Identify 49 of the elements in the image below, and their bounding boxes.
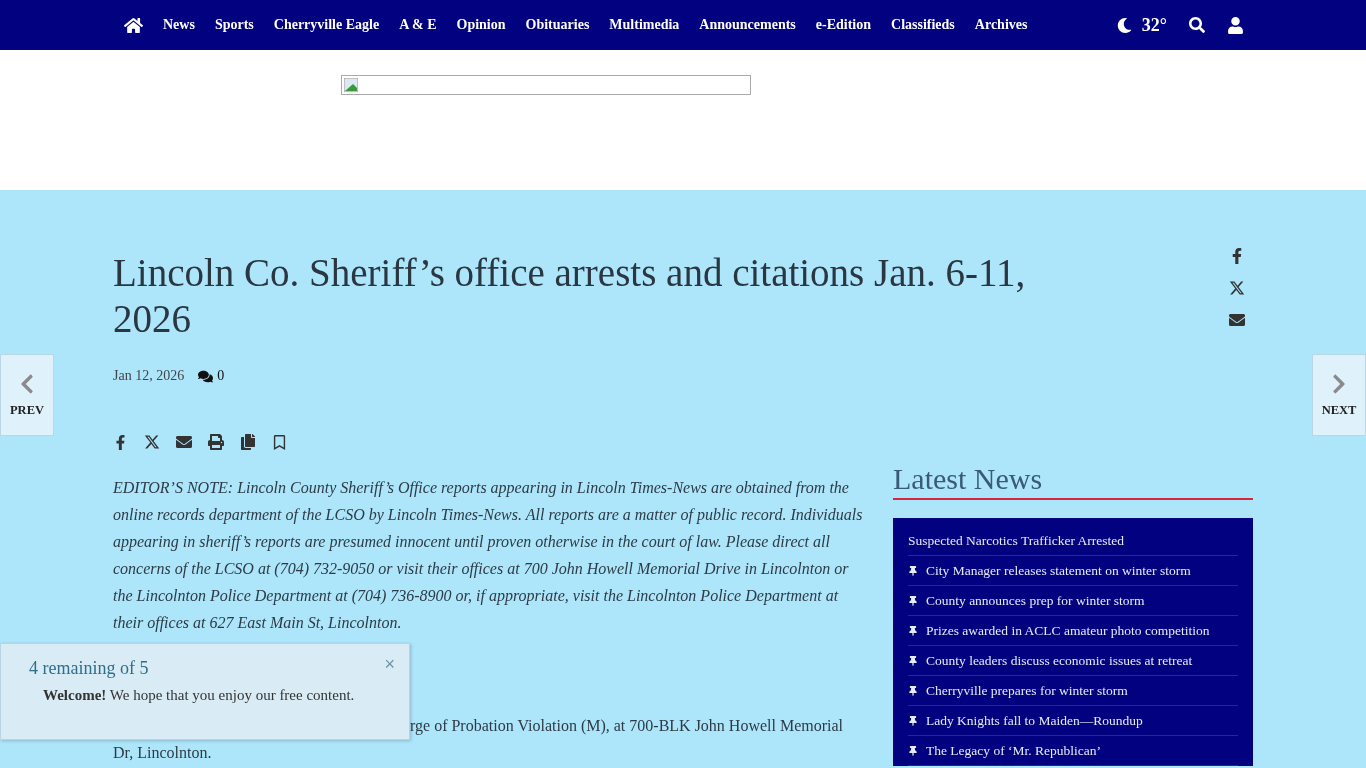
nav-link[interactable]: Sports: [214, 17, 254, 33]
next-button[interactable]: NEXT: [1312, 354, 1366, 436]
remaining-count: 4 remaining of 5: [29, 658, 150, 679]
nav-link[interactable]: Cherryville Eagle: [273, 17, 380, 33]
headline-link[interactable]: Lady Knights fall to Maiden—Roundup: [908, 706, 1238, 736]
headline-link[interactable]: City Manager releases statement on winter storm: [908, 556, 1238, 586]
nav-link[interactable]: Multimedia: [609, 17, 680, 33]
article-title: Lincoln Co. Sheriff’s office arrests and citations Jan. 6-11, 2026: [113, 250, 1027, 342]
nav-link[interactable]: A & E: [399, 17, 437, 33]
pin-icon: [908, 655, 918, 666]
section-heading: Latest News: [893, 462, 1253, 500]
temperature: 32°: [1141, 14, 1167, 36]
paragraph: rge of Probation Violation (M), at 700-BLK John Howell Memorial Dr, Lincolnton.: [113, 716, 845, 763]
nav-link[interactable]: Announcements: [699, 17, 796, 33]
email-icon[interactable]: [1229, 312, 1245, 328]
prev-button[interactable]: PREV: [0, 354, 54, 436]
nav-link[interactable]: Archives: [974, 17, 1028, 33]
headline-link[interactable]: Cherryville prepares for winter storm: [908, 676, 1238, 706]
article-date: Jan 12, 2026: [113, 368, 185, 384]
moon-icon[interactable]: [1116, 17, 1132, 33]
bookmark-icon[interactable]: [272, 434, 287, 450]
print-icon[interactable]: [208, 434, 224, 450]
user-icon[interactable]: [1227, 16, 1244, 34]
nav-link[interactable]: e-Edition: [815, 17, 872, 33]
headline-link[interactable]: The Legacy of ‘Mr. Republican’: [908, 736, 1238, 766]
pin-icon: [908, 745, 918, 756]
nav-link[interactable]: Classifieds: [891, 17, 955, 33]
x-icon[interactable]: [1229, 280, 1245, 296]
pin-icon: [908, 565, 918, 576]
headline-link[interactable]: Prizes awarded in ACLC amateur photo competition: [908, 616, 1238, 646]
pin-icon: [908, 625, 918, 636]
nav-link[interactable]: News: [163, 17, 195, 33]
home-icon[interactable]: [124, 15, 143, 35]
headline-link[interactable]: County announces prep for winter storm: [908, 586, 1238, 616]
facebook-icon[interactable]: [113, 434, 128, 450]
headline-link[interactable]: Suspected Narcotics Trafficker Arrested: [908, 526, 1238, 556]
search-icon[interactable]: [1189, 17, 1205, 33]
email-icon[interactable]: [176, 434, 192, 450]
nav-link[interactable]: Obituaries: [525, 17, 590, 33]
pin-icon: [908, 685, 918, 696]
welcome-message: Welcome! We hope that you enjoy our free content.: [43, 687, 356, 704]
x-icon[interactable]: [144, 434, 160, 450]
headline-link[interactable]: County leaders discuss economic issues at retreat: [908, 646, 1238, 676]
comments-link[interactable]: 0: [198, 368, 225, 384]
copy-icon[interactable]: [240, 434, 256, 450]
pin-icon: [908, 715, 918, 726]
pin-icon: [908, 595, 918, 606]
nav-link[interactable]: Opinion: [456, 17, 506, 33]
paragraph: EDITOR’S NOTE: Lincoln County Sheriff’s Office reports appearing in Lincoln Times-News are obtained from the online records department of the LCSO by Lincoln Times-News. All reports are a matter of public record. Individuals appearing in sheriff’s reports are presumed innocent until proven otherwise in the court of law. Please direct all concerns of the LCSO at (704) 732-9050 or visit their offices at 700 John Howell Memorial Drive in Lincolnton or the Lincolnton Police Department at (704) 736-8900 or, if appropriate, visit the Lincolnton Police Department at their offices at 627 East Main St, Lincolnton.: [113, 478, 864, 634]
